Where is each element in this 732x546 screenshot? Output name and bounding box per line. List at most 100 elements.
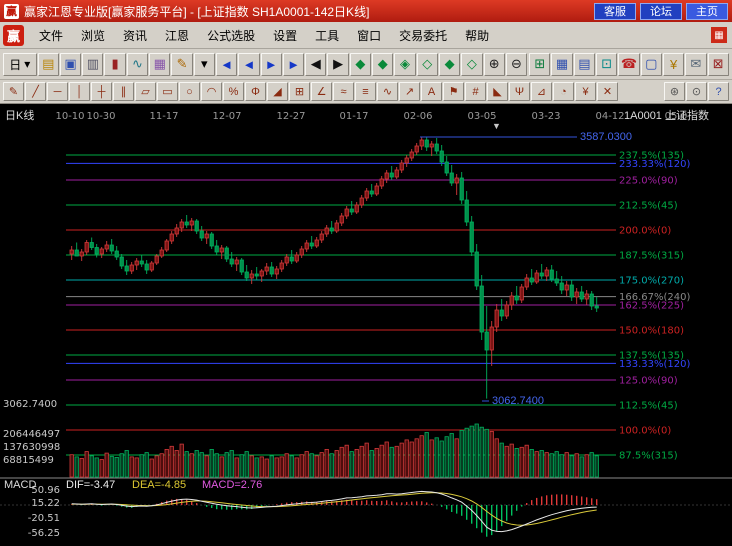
lock-icon[interactable]: ⊠ xyxy=(708,53,729,76)
percent-line-tool-icon[interactable]: % xyxy=(223,82,244,101)
gann-line-label: 112.5%(45) xyxy=(619,401,678,412)
regression-tool-icon[interactable]: ⊿ xyxy=(531,82,552,101)
gann-line-label: 187.5%(315) xyxy=(619,251,684,262)
zoom-in-icon[interactable]: ⊕ xyxy=(484,53,505,76)
titlebar-button-1[interactable]: 客服 xyxy=(594,3,636,20)
gann-grid-tool-icon[interactable]: ⊞ xyxy=(289,82,310,101)
gann-line-label: 225.0%(90) xyxy=(619,176,678,187)
toolbar-main: 日▾▤▣▥▮∿▦✎▾◄◄►►◀▶◆◆◈◇◆◇⊕⊖⊞▦▤⊡☎▢¥✉⊠ xyxy=(0,49,732,80)
menu-item-window[interactable]: 窗口 xyxy=(348,23,390,48)
gann-line-label: 212.5%(45) xyxy=(619,201,678,212)
x-axis-date: 05-0 xyxy=(665,111,688,122)
diamond-tool-3-icon[interactable]: ◈ xyxy=(394,53,415,76)
print-icon[interactable]: ▥ xyxy=(82,53,103,76)
pitchfork-tool-icon[interactable]: Ψ xyxy=(509,82,530,101)
text-tool-icon[interactable]: A xyxy=(421,82,442,101)
quote-table-icon[interactable]: ▦ xyxy=(551,53,572,76)
grow-bars-icon[interactable]: ▶ xyxy=(327,53,348,76)
menu-item-help[interactable]: 帮助 xyxy=(456,23,498,48)
kline-chart-canvas[interactable]: 237.5%(135)233.33%(120)225.0%(90)212.5%(… xyxy=(0,104,732,546)
golden-ratio-tool-icon[interactable]: Φ xyxy=(245,82,266,101)
gann-fan-tool-icon[interactable]: ◢ xyxy=(267,82,288,101)
line-segment-tool-icon[interactable]: ╱ xyxy=(25,82,46,101)
gann-line-label: 87.5%(315) xyxy=(619,451,678,462)
diamond-tool-1-icon[interactable]: ◆ xyxy=(350,53,371,76)
fund-flow-icon[interactable]: ¥ xyxy=(663,53,684,76)
app-window: 赢 赢家江恩专业版[赢家服务平台] - [上证指数 SH1A0001-142日K… xyxy=(0,0,732,546)
flag-mark-tool-icon[interactable]: ⚑ xyxy=(443,82,464,101)
hotline-phone-icon[interactable]: ☎ xyxy=(618,53,639,76)
pin-tool-icon[interactable]: ⊙ xyxy=(686,82,707,101)
kline-chart-icon[interactable]: ▮ xyxy=(104,53,125,76)
left-axis-label: 68815499 xyxy=(3,455,54,466)
overlay-dropdown[interactable]: ▾ xyxy=(194,53,215,76)
channel-tool-icon[interactable]: ▱ xyxy=(135,82,156,101)
macd-axis-label: -20.51 xyxy=(28,513,60,524)
x-axis-date: 03-05 xyxy=(467,111,496,122)
arrow-mark-tool-icon[interactable]: ↗ xyxy=(399,82,420,101)
first-page-button[interactable]: ◄ xyxy=(216,53,237,76)
delete-drawing-tool-icon[interactable]: ✕ xyxy=(597,82,618,101)
tv-broadcast-icon[interactable]: ▢ xyxy=(641,53,662,76)
menu-items: 文件浏览资讯江恩公式选股设置工具窗口交易委托帮助 xyxy=(30,23,498,48)
price-ruler-tool-icon[interactable]: ¥ xyxy=(575,82,596,101)
settings-tool-icon[interactable]: ⊛ xyxy=(664,82,685,101)
zoom-out-icon[interactable]: ⊖ xyxy=(506,53,527,76)
menu-right-icon[interactable]: ▦ xyxy=(711,27,727,43)
period-day-selector[interactable]: 日▾ xyxy=(3,53,37,76)
gann-line-label: 125.0%(90) xyxy=(619,376,678,387)
indicator-window-icon[interactable]: ▦ xyxy=(149,53,170,76)
multi-window-icon[interactable]: ⊞ xyxy=(529,53,550,76)
x-axis-date: 04-12 xyxy=(595,111,624,122)
save-icon[interactable]: ▣ xyxy=(60,53,81,76)
diamond-tool-5-icon[interactable]: ◆ xyxy=(439,53,460,76)
help-tool-icon[interactable]: ? xyxy=(708,82,729,101)
horizontal-line-tool-icon[interactable]: ─ xyxy=(47,82,68,101)
parallel-line-tool-icon[interactable]: ∥ xyxy=(113,82,134,101)
menu-item-tools[interactable]: 工具 xyxy=(306,23,348,48)
diamond-tool-2-icon[interactable]: ◆ xyxy=(372,53,393,76)
x-axis-date: 12-07 xyxy=(212,111,241,122)
fibonacci-tool-icon[interactable]: ≡ xyxy=(355,82,376,101)
prev-page-button[interactable]: ◄ xyxy=(238,53,259,76)
arc-tool-icon[interactable]: ◠ xyxy=(201,82,222,101)
calculator-icon[interactable]: ⊡ xyxy=(596,53,617,76)
trend-chart-icon[interactable]: ∿ xyxy=(127,53,148,76)
menu-item-browse[interactable]: 浏览 xyxy=(72,23,114,48)
gann-line-label: 150.0%(180) xyxy=(619,326,684,337)
left-axis-label: 137630998 xyxy=(3,442,60,453)
vertical-line-tool-icon[interactable]: │ xyxy=(69,82,90,101)
measure-tool-icon[interactable]: # xyxy=(465,82,486,101)
diamond-tool-6-icon[interactable]: ◇ xyxy=(461,53,482,76)
menu-item-trade[interactable]: 交易委托 xyxy=(390,23,456,48)
brand-logo-icon: 赢 xyxy=(3,25,24,46)
speed-line-tool-icon[interactable]: ◣ xyxy=(487,82,508,101)
menu-item-gann[interactable]: 江恩 xyxy=(156,23,198,48)
kline-chart[interactable]: 237.5%(135)233.33%(120)225.0%(90)212.5%(… xyxy=(0,104,732,546)
pencil-tool-icon[interactable]: ✎ xyxy=(3,82,24,101)
next-page-button[interactable]: ► xyxy=(261,53,282,76)
folder-open-icon[interactable]: ▤ xyxy=(38,53,59,76)
info-panel-icon[interactable]: ▤ xyxy=(574,53,595,76)
wave-tool-icon[interactable]: ∿ xyxy=(377,82,398,101)
diamond-tool-4-icon[interactable]: ◇ xyxy=(417,53,438,76)
last-page-button[interactable]: ► xyxy=(283,53,304,76)
cycle-line-tool-icon[interactable]: ≈ xyxy=(333,82,354,101)
macd-axis-label: -56.25 xyxy=(28,528,60,539)
titlebar-button-3[interactable]: 主页 xyxy=(686,3,728,20)
menu-item-settings[interactable]: 设置 xyxy=(264,23,306,48)
rectangle-tool-icon[interactable]: ▭ xyxy=(157,82,178,101)
time-ruler-tool-icon[interactable]: ◔ xyxy=(553,82,574,101)
menu-item-news[interactable]: 资讯 xyxy=(114,23,156,48)
app-logo-icon: 赢 xyxy=(4,4,19,19)
angle-line-tool-icon[interactable]: ∠ xyxy=(311,82,332,101)
cross-line-tool-icon[interactable]: ┼ xyxy=(91,82,112,101)
menu-item-formula-picker[interactable]: 公式选股 xyxy=(198,23,264,48)
shrink-bars-icon[interactable]: ◀ xyxy=(305,53,326,76)
titlebar-button-2[interactable]: 论坛 xyxy=(640,3,682,20)
circle-tool-icon[interactable]: ○ xyxy=(179,82,200,101)
message-icon[interactable]: ✉ xyxy=(685,53,706,76)
gann-line-label: 233.33%(120) xyxy=(619,159,690,170)
edit-mode-icon[interactable]: ✎ xyxy=(171,53,192,76)
menu-item-file[interactable]: 文件 xyxy=(30,23,72,48)
